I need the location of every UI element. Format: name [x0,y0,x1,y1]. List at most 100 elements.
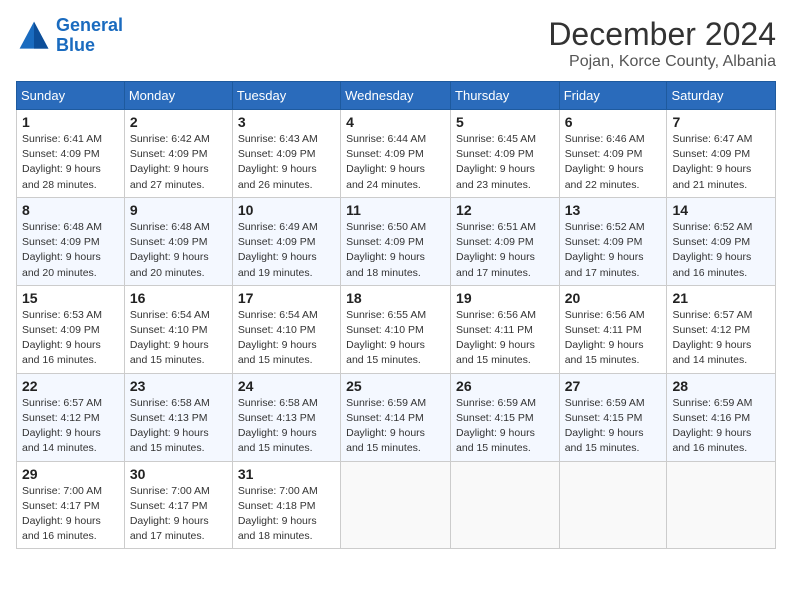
day-number: 1 [22,114,119,130]
calendar-cell: 1 Sunrise: 6:41 AMSunset: 4:09 PMDaylight… [17,110,125,198]
calendar-cell: 30Sunrise: 7:00 AMSunset: 4:17 PMDayligh… [124,461,232,549]
calendar-cell: 22 Sunrise: 6:57 AMSunset: 4:12 PMDayligh… [17,373,125,461]
calendar-cell: 13 Sunrise: 6:52 AMSunset: 4:09 PMDayligh… [559,197,667,285]
calendar-cell: 2Sunrise: 6:42 AMSunset: 4:09 PMDaylight… [124,110,232,198]
day-number: 13 [565,202,662,218]
day-number: 12 [456,202,554,218]
day-info: Sunrise: 6:59 AMSunset: 4:16 PMDaylight:… [672,396,770,457]
day-info: Sunrise: 6:41 AMSunset: 4:09 PMDaylight:… [22,132,119,193]
day-number: 22 [22,378,119,394]
day-info: Sunrise: 6:45 AMSunset: 4:09 PMDaylight:… [456,132,554,193]
day-number: 23 [130,378,227,394]
weekday-header-thursday: Thursday [451,82,560,110]
day-number: 4 [346,114,445,130]
day-number: 28 [672,378,770,394]
day-info: Sunrise: 6:46 AMSunset: 4:09 PMDaylight:… [565,132,662,193]
day-info: Sunrise: 6:59 AMSunset: 4:14 PMDaylight:… [346,396,445,457]
day-info: Sunrise: 6:44 AMSunset: 4:09 PMDaylight:… [346,132,445,193]
day-info: Sunrise: 6:48 AMSunset: 4:09 PMDaylight:… [130,220,227,281]
day-info: Sunrise: 6:58 AMSunset: 4:13 PMDaylight:… [238,396,335,457]
day-info: Sunrise: 6:52 AMSunset: 4:09 PMDaylight:… [565,220,662,281]
day-info: Sunrise: 6:54 AMSunset: 4:10 PMDaylight:… [238,308,335,369]
day-number: 29 [22,466,119,482]
day-number: 14 [672,202,770,218]
calendar-cell: 26 Sunrise: 6:59 AMSunset: 4:15 PMDayligh… [451,373,560,461]
day-info: Sunrise: 6:50 AMSunset: 4:09 PMDaylight:… [346,220,445,281]
title-block: December 2024 Pojan, Korce County, Alban… [548,16,776,71]
calendar-cell: 25 Sunrise: 6:59 AMSunset: 4:14 PMDayligh… [341,373,451,461]
calendar-cell: 6 Sunrise: 6:46 AMSunset: 4:09 PMDaylight… [559,110,667,198]
calendar-cell [451,461,560,549]
weekday-header-sunday: Sunday [17,82,125,110]
calendar-cell: 9 Sunrise: 6:48 AMSunset: 4:09 PMDaylight… [124,197,232,285]
day-number: 10 [238,202,335,218]
day-info: Sunrise: 6:53 AMSunset: 4:09 PMDaylight:… [22,308,119,369]
day-info: Sunrise: 6:59 AMSunset: 4:15 PMDaylight:… [565,396,662,457]
calendar-cell: 31 Sunrise: 7:00 AMSunset: 4:18 PMDayligh… [232,461,340,549]
month-title: December 2024 [548,16,776,53]
weekday-header-wednesday: Wednesday [341,82,451,110]
calendar-body: 1 Sunrise: 6:41 AMSunset: 4:09 PMDaylight… [17,110,776,549]
day-info: Sunrise: 6:56 AMSunset: 4:11 PMDaylight:… [456,308,554,369]
calendar-cell: 14Sunrise: 6:52 AMSunset: 4:09 PMDayligh… [667,197,776,285]
calendar-table: SundayMondayTuesdayWednesdayThursdayFrid… [16,81,776,549]
calendar-cell: 19 Sunrise: 6:56 AMSunset: 4:11 PMDayligh… [451,285,560,373]
day-info: Sunrise: 6:48 AMSunset: 4:09 PMDaylight:… [22,220,119,281]
calendar-cell: 10 Sunrise: 6:49 AMSunset: 4:09 PMDayligh… [232,197,340,285]
day-number: 6 [565,114,662,130]
day-info: Sunrise: 6:59 AMSunset: 4:15 PMDaylight:… [456,396,554,457]
calendar-cell: 17 Sunrise: 6:54 AMSunset: 4:10 PMDayligh… [232,285,340,373]
day-number: 8 [22,202,119,218]
day-number: 5 [456,114,554,130]
calendar-cell: 23 Sunrise: 6:58 AMSunset: 4:13 PMDayligh… [124,373,232,461]
calendar-cell: 24 Sunrise: 6:58 AMSunset: 4:13 PMDayligh… [232,373,340,461]
day-info: Sunrise: 6:57 AMSunset: 4:12 PMDaylight:… [672,308,770,369]
calendar-week-3: 15Sunrise: 6:53 AMSunset: 4:09 PMDayligh… [17,285,776,373]
day-number: 17 [238,290,335,306]
calendar-week-2: 8 Sunrise: 6:48 AMSunset: 4:09 PMDaylight… [17,197,776,285]
calendar-cell: 7 Sunrise: 6:47 AMSunset: 4:09 PMDaylight… [667,110,776,198]
day-info: Sunrise: 6:55 AMSunset: 4:10 PMDaylight:… [346,308,445,369]
calendar-cell [559,461,667,549]
logo-text: General Blue [56,16,123,56]
calendar-cell: 4 Sunrise: 6:44 AMSunset: 4:09 PMDaylight… [341,110,451,198]
weekday-header-monday: Monday [124,82,232,110]
calendar-cell: 11Sunrise: 6:50 AMSunset: 4:09 PMDayligh… [341,197,451,285]
day-info: Sunrise: 7:00 AMSunset: 4:18 PMDaylight:… [238,484,335,545]
calendar-cell [341,461,451,549]
day-number: 24 [238,378,335,394]
day-info: Sunrise: 6:51 AMSunset: 4:09 PMDaylight:… [456,220,554,281]
day-info: Sunrise: 6:57 AMSunset: 4:12 PMDaylight:… [22,396,119,457]
day-info: Sunrise: 7:00 AMSunset: 4:17 PMDaylight:… [22,484,119,545]
day-number: 16 [130,290,227,306]
day-info: Sunrise: 6:49 AMSunset: 4:09 PMDaylight:… [238,220,335,281]
day-number: 19 [456,290,554,306]
calendar-cell: 27Sunrise: 6:59 AMSunset: 4:15 PMDayligh… [559,373,667,461]
day-info: Sunrise: 6:47 AMSunset: 4:09 PMDaylight:… [672,132,770,193]
calendar-cell: 28 Sunrise: 6:59 AMSunset: 4:16 PMDayligh… [667,373,776,461]
calendar-header: SundayMondayTuesdayWednesdayThursdayFrid… [17,82,776,110]
logo: General Blue [16,16,123,56]
day-info: Sunrise: 6:43 AMSunset: 4:09 PMDaylight:… [238,132,335,193]
day-info: Sunrise: 6:54 AMSunset: 4:10 PMDaylight:… [130,308,227,369]
day-number: 3 [238,114,335,130]
logo-icon [16,18,52,54]
weekday-header-friday: Friday [559,82,667,110]
day-info: Sunrise: 7:00 AMSunset: 4:17 PMDaylight:… [130,484,227,545]
day-number: 25 [346,378,445,394]
day-info: Sunrise: 6:58 AMSunset: 4:13 PMDaylight:… [130,396,227,457]
day-number: 31 [238,466,335,482]
calendar-cell: 18Sunrise: 6:55 AMSunset: 4:10 PMDayligh… [341,285,451,373]
location-title: Pojan, Korce County, Albania [548,53,776,71]
page-header: General Blue December 2024 Pojan, Korce … [16,16,776,71]
day-number: 21 [672,290,770,306]
day-number: 9 [130,202,227,218]
calendar-cell: 21 Sunrise: 6:57 AMSunset: 4:12 PMDayligh… [667,285,776,373]
weekday-header-row: SundayMondayTuesdayWednesdayThursdayFrid… [17,82,776,110]
day-number: 26 [456,378,554,394]
calendar-week-4: 22 Sunrise: 6:57 AMSunset: 4:12 PMDayligh… [17,373,776,461]
calendar-cell: 8 Sunrise: 6:48 AMSunset: 4:09 PMDaylight… [17,197,125,285]
weekday-header-tuesday: Tuesday [232,82,340,110]
day-number: 7 [672,114,770,130]
calendar-cell: 3 Sunrise: 6:43 AMSunset: 4:09 PMDaylight… [232,110,340,198]
